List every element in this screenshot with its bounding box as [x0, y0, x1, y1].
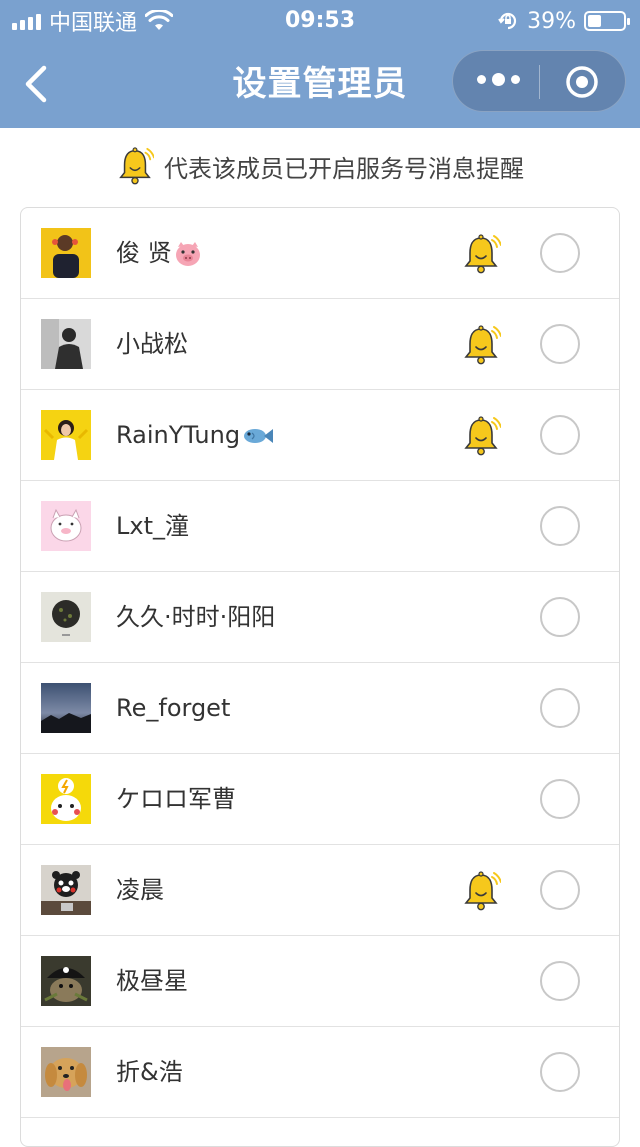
select-radio[interactable] [540, 415, 580, 455]
select-radio[interactable] [540, 961, 580, 1001]
status-right: 39% [497, 6, 630, 36]
avatar [41, 319, 91, 369]
status-bar: 中国联通 09:53 39% [0, 0, 640, 42]
select-radio[interactable] [540, 506, 580, 546]
member-row[interactable]: ケロロ军曹 [21, 754, 619, 845]
member-row[interactable]: 小战松 [21, 299, 619, 390]
battery-percent: 39% [527, 8, 576, 34]
more-dots-icon[interactable] [477, 73, 520, 86]
avatar [41, 592, 91, 642]
capsule-divider [539, 65, 540, 99]
member-name: 俊 贤 [116, 208, 202, 299]
member-name: 小战松 [116, 330, 188, 358]
member-name: 凌晨 [116, 876, 164, 904]
target-circle-icon[interactable] [565, 65, 599, 99]
select-radio[interactable] [540, 233, 580, 273]
avatar [41, 865, 91, 915]
member-row[interactable]: 久久·时时·阳阳 [21, 572, 619, 663]
avatar [41, 501, 91, 551]
pig-face-icon [175, 242, 200, 266]
avatar [41, 683, 91, 733]
navigation-bar: 设置管理员 [0, 42, 640, 128]
member-row[interactable]: 极昼星 [21, 936, 619, 1027]
member-list: 俊 贤 小战松 RainYTung Lxt_潼 久久·时时·阳阳 Re_forg… [20, 207, 620, 1147]
member-row[interactable]: Re_forget [21, 663, 619, 754]
member-name: 久久·时时·阳阳 [116, 603, 276, 631]
member-name: ケロロ军曹 [116, 785, 236, 813]
avatar [41, 774, 91, 824]
bell-icon [464, 234, 501, 274]
bell-icon [464, 325, 501, 365]
bell-icon [464, 871, 501, 911]
avatar [41, 1047, 91, 1097]
battery-icon [584, 11, 630, 31]
member-name: 折&浩 [116, 1058, 183, 1086]
member-name: Re_forget [116, 694, 231, 722]
member-name: Lxt_潼 [116, 512, 189, 540]
select-radio[interactable] [540, 597, 580, 637]
member-row[interactable]: 折&浩 [21, 1027, 619, 1118]
member-row[interactable]: RainYTung [21, 390, 619, 481]
rotation-lock-icon [498, 12, 517, 30]
hint-text: 代表该成员已开启服务号消息提醒 [164, 154, 524, 183]
bell-hint: 代表该成员已开启服务号消息提醒 [0, 146, 640, 186]
select-radio[interactable] [540, 688, 580, 728]
avatar [41, 228, 91, 278]
select-radio[interactable] [540, 324, 580, 364]
member-row[interactable]: 凌晨 [21, 845, 619, 936]
avatar [41, 410, 91, 460]
fish-icon [244, 429, 274, 443]
bell-icon [464, 416, 501, 456]
member-name: 极昼星 [116, 967, 188, 995]
member-row[interactable]: Lxt_潼 [21, 481, 619, 572]
member-name: RainYTung [116, 390, 274, 481]
select-radio[interactable] [540, 870, 580, 910]
mini-program-capsule [452, 50, 626, 112]
member-row[interactable]: 俊 贤 [21, 208, 619, 299]
avatar [41, 956, 91, 1006]
select-radio[interactable] [540, 1052, 580, 1092]
bell-icon [119, 147, 154, 185]
select-radio[interactable] [540, 779, 580, 819]
